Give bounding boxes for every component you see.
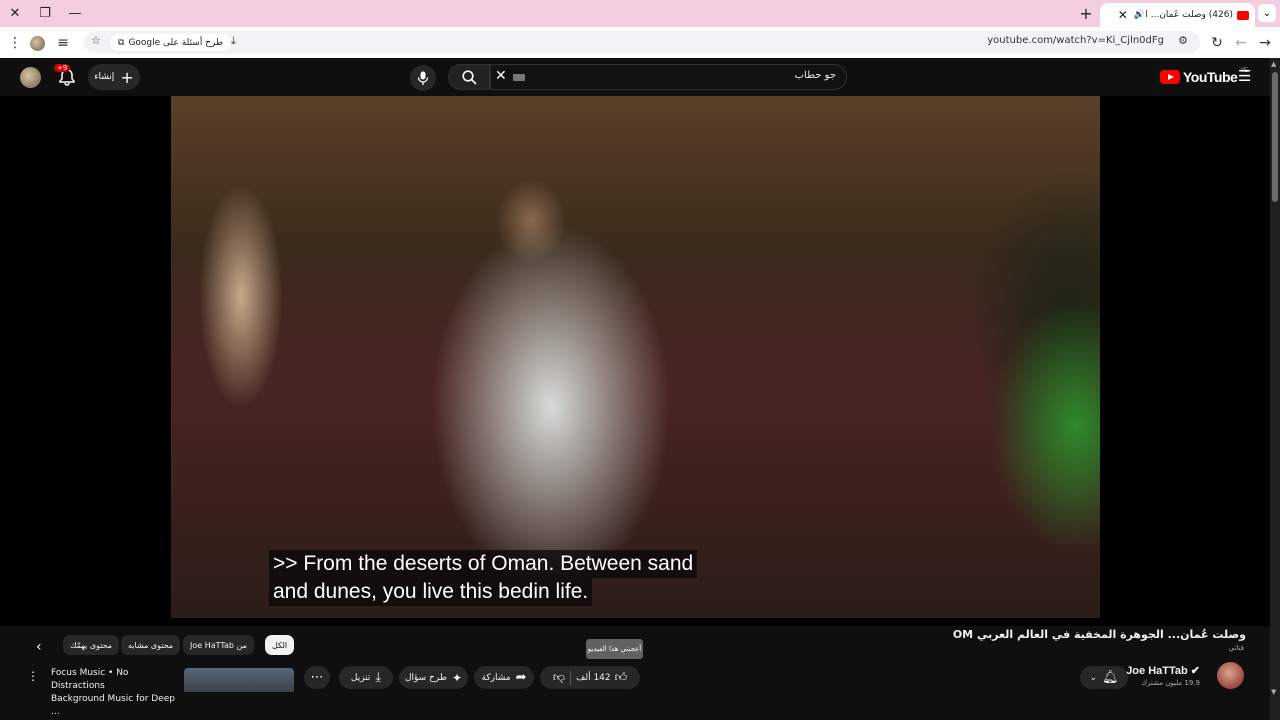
install-app-icon[interactable]: ⤓: [231, 34, 236, 48]
keyboard-icon[interactable]: [513, 74, 525, 81]
new-tab-button[interactable]: +: [1076, 4, 1096, 23]
voice-search-button[interactable]: [410, 65, 436, 91]
more-actions-button[interactable]: ⋯: [304, 666, 330, 689]
subscriber-count: 19.9 مليون مشترك: [1141, 679, 1200, 687]
menu-dots-icon[interactable]: ⋮: [4, 32, 26, 54]
bookmark-star-icon[interactable]: ☆: [91, 34, 101, 47]
create-button[interactable]: + إنشاء: [88, 64, 140, 90]
video-frame[interactable]: [171, 96, 1100, 618]
tab-search-chevron-icon[interactable]: ⌄: [1258, 4, 1276, 22]
youtube-logo[interactable]: YouTube YE: [1160, 68, 1248, 85]
create-label: إنشاء: [94, 72, 115, 82]
ask-google-label: طرح أسئلة على Google: [128, 37, 224, 48]
chip-for-you[interactable]: محتوى يهمّك: [63, 635, 120, 655]
search-query: جو حطاب: [794, 70, 836, 81]
dislike-button[interactable]: 👎︎: [553, 670, 565, 685]
notification-badge: +9: [54, 64, 71, 72]
clear-search-icon[interactable]: ✕: [495, 68, 507, 84]
recommendation-item[interactable]: Focus Music • No Distractions Background…: [51, 667, 181, 719]
notifications-button[interactable]: +9: [54, 64, 78, 88]
recommendation-title-1: Focus Music • No Distractions: [51, 668, 129, 691]
chips-scroll-left-icon[interactable]: ‹: [36, 639, 42, 655]
chip-all[interactable]: الكل: [265, 635, 295, 655]
page-scrollbar[interactable]: ▲ ▼: [1270, 58, 1280, 720]
hamburger-menu-icon[interactable]: ☰: [1238, 68, 1254, 84]
share-icon: ➦: [515, 670, 527, 685]
thumbs-up-icon: 👍︎: [614, 670, 628, 684]
like-button[interactable]: 👍︎ 142 ألف: [576, 670, 627, 685]
speaker-icon[interactable]: 🔊: [1134, 10, 1145, 20]
download-label: تنزيل: [350, 672, 371, 683]
members-label: قناتي: [1228, 644, 1244, 652]
forward-icon[interactable]: ←: [1230, 32, 1252, 54]
youtube-play-icon: [1160, 70, 1180, 84]
channel-avatar[interactable]: [1217, 662, 1244, 689]
video-player[interactable]: >> From the deserts of Oman. Between san…: [0, 96, 1270, 626]
recommendation-title-2: Background Music for Deep ...: [51, 694, 175, 717]
site-settings-icon[interactable]: ⚙: [1178, 34, 1188, 47]
omnibox[interactable]: ☆ طرح أسئلة على Google ⧉ ⤓ youtube.com/w…: [84, 31, 1200, 54]
like-count: 142 ألف: [576, 672, 611, 683]
like-divider: [570, 670, 572, 685]
like-tooltip: أعجبني هذا الفيديو: [586, 639, 643, 659]
back-icon[interactable]: →: [1254, 32, 1276, 54]
share-button[interactable]: ➦ مشاركة: [474, 666, 534, 689]
avatar: [29, 35, 45, 51]
ask-label: طرح سؤال: [404, 672, 447, 683]
video-captions: >> From the deserts of Oman. Between san…: [269, 550, 698, 606]
plus-icon: +: [120, 67, 134, 87]
search-input[interactable]: ✕ جو حطاب: [490, 64, 847, 90]
recommendation-menu-icon[interactable]: ⋮: [27, 670, 39, 682]
tab-close-icon[interactable]: ✕: [1118, 8, 1128, 22]
reload-icon[interactable]: ↻: [1206, 32, 1228, 54]
chip-similar[interactable]: محتوى مشابه: [121, 635, 181, 655]
youtube-logo-text: YouTube: [1183, 69, 1238, 85]
channel-name[interactable]: Joe HaTTab: [1126, 665, 1188, 677]
microphone-icon: [417, 71, 429, 85]
bell-icon: 🔔︎: [1102, 670, 1119, 685]
channel-info: ✔ Joe HaTTab 19.9 مليون مشترك: [1126, 664, 1200, 687]
account-avatar[interactable]: [20, 67, 41, 88]
like-dislike-group: 👍︎ 142 ألف 👎︎: [540, 666, 640, 689]
youtube-header: +9 + إنشاء ✕ جو حطاب YouTube YE ☰: [0, 58, 1270, 96]
minimize-window-icon[interactable]: —: [64, 4, 86, 23]
video-info-panel: وصلت عُمان... الجوهرة المخفية في العالم …: [0, 626, 1270, 720]
reading-list-icon[interactable]: ≡: [52, 32, 74, 54]
search-icon: [461, 69, 477, 85]
video-title: وصلت عُمان... الجوهرة المخفية في العالم …: [952, 628, 1246, 641]
browser-tab-strip: ✕ ❐ — + (426) وصلت عُمان... الجوهرة 🔊 ✕ …: [0, 0, 1280, 27]
caption-line-2: and dunes, you live this bedin life.: [269, 578, 593, 606]
chip-from-channel[interactable]: من Joe HaTTab: [183, 635, 254, 655]
ask-button[interactable]: ✦ طرح سؤال: [399, 666, 468, 689]
download-button[interactable]: ⤓ تنزيل: [339, 666, 393, 689]
youtube-favicon-icon: [1237, 10, 1249, 20]
subscribe-notifications-button[interactable]: 🔔︎ ⌄: [1080, 666, 1128, 689]
close-window-icon[interactable]: ✕: [4, 4, 26, 23]
search-button[interactable]: [448, 64, 490, 90]
share-label: مشاركة: [481, 672, 511, 683]
lens-icon: ⧉: [118, 37, 125, 48]
browser-tab-youtube[interactable]: (426) وصلت عُمان... الجوهرة 🔊 ✕: [1100, 3, 1255, 27]
more-dots-icon: ⋯: [310, 670, 324, 685]
profile-avatar[interactable]: [26, 32, 48, 54]
caption-line-1: >> From the deserts of Oman. Between san…: [269, 550, 698, 578]
scroll-down-icon[interactable]: ▼: [1271, 688, 1276, 696]
ask-google-chip[interactable]: طرح أسئلة على Google ⧉: [110, 34, 232, 51]
recommendation-thumbnail[interactable]: [184, 668, 294, 692]
sparkle-icon: ✦: [451, 670, 463, 685]
url-text[interactable]: youtube.com/watch?v=Ki_Cjln0dFg: [987, 35, 1164, 46]
address-toolbar: ⋮ ≡ ☆ طرح أسئلة على Google ⧉ ⤓ youtube.c…: [0, 27, 1280, 58]
thumbs-down-icon: 👎︎: [552, 670, 566, 684]
chevron-down-icon: ⌄: [1089, 672, 1098, 683]
scroll-up-icon[interactable]: ▲: [1271, 60, 1276, 68]
tab-title: (426) وصلت عُمان... الجوهرة: [1145, 10, 1233, 20]
restore-window-icon[interactable]: ❐: [34, 4, 56, 23]
scrollbar-thumb[interactable]: [1272, 72, 1278, 202]
verified-icon: ✔: [1187, 665, 1200, 677]
download-icon: ⤓: [375, 670, 382, 685]
